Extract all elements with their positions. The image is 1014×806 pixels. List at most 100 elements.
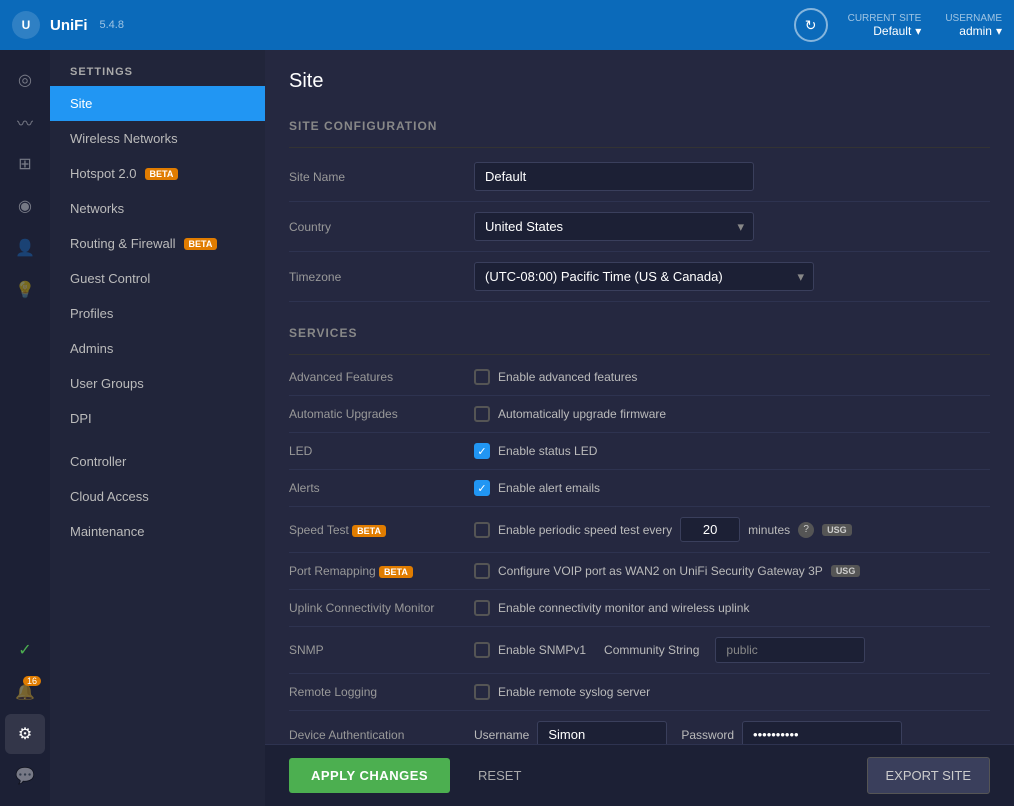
auto-upgrades-row: Automatic Upgrades Automatically upgrade…	[289, 396, 990, 433]
port-remapping-usg-badge: USG	[831, 565, 861, 577]
nav-settings[interactable]: ⚙	[5, 714, 45, 754]
username-field-label: Username	[474, 728, 529, 742]
snmp-control: Enable SNMPv1 Community String	[474, 637, 990, 663]
speed-test-unit: minutes	[748, 523, 790, 537]
hotspot-beta-badge: BETA	[145, 168, 179, 180]
country-control: United States	[474, 212, 990, 241]
sidebar-item-routing-firewall[interactable]: Routing & Firewall BETA	[50, 226, 265, 261]
alerts-row: Alerts Enable alert emails	[289, 470, 990, 507]
snmp-checkbox[interactable]	[474, 642, 490, 658]
notifications-badge: 16	[23, 676, 41, 686]
username-label: USERNAME	[945, 13, 1002, 24]
device-auth-password-input[interactable]	[742, 721, 902, 744]
timezone-label: Timezone	[289, 270, 474, 284]
apply-changes-button[interactable]: APPLY CHANGES	[289, 758, 450, 793]
uplink-monitor-label: Uplink Connectivity Monitor	[289, 601, 474, 615]
main-layout: ◎ 〰 ⊞ ◉ 👤 💡 ✓ 🔔 16 ⚙ 💬 SETTINGS Site Wir…	[0, 50, 1014, 806]
led-control: Enable status LED	[474, 443, 990, 459]
sidebar-item-wireless-networks[interactable]: Wireless Networks	[50, 121, 265, 156]
sidebar-item-dpi[interactable]: DPI	[50, 401, 265, 436]
nav-map[interactable]: ⊞	[5, 144, 45, 184]
port-remapping-label: Port Remapping BETA	[289, 564, 474, 578]
nav-statistics[interactable]: 〰	[5, 102, 45, 142]
speed-test-interval-input[interactable]	[680, 517, 740, 542]
site-name-input[interactable]	[474, 162, 754, 191]
remote-logging-control: Enable remote syslog server	[474, 684, 990, 700]
timezone-row: Timezone (UTC-08:00) Pacific Time (US & …	[289, 252, 990, 302]
port-remapping-row: Port Remapping BETA Configure VOIP port …	[289, 553, 990, 590]
nav-clients[interactable]: 👤	[5, 228, 45, 268]
led-label: LED	[289, 444, 474, 458]
sidebar-item-maintenance[interactable]: Maintenance	[50, 514, 265, 549]
uplink-monitor-control: Enable connectivity monitor and wireless…	[474, 600, 990, 616]
nav-dashboard[interactable]: ◎	[5, 60, 45, 100]
sidebar-title: SETTINGS	[50, 50, 265, 86]
timezone-select[interactable]: (UTC-08:00) Pacific Time (US & Canada)	[474, 262, 814, 291]
led-text: Enable status LED	[498, 444, 597, 458]
sidebar-item-profiles[interactable]: Profiles	[50, 296, 265, 331]
led-checkbox[interactable]	[474, 443, 490, 459]
alerts-text: Enable alert emails	[498, 481, 600, 495]
uplink-monitor-row: Uplink Connectivity Monitor Enable conne…	[289, 590, 990, 627]
icon-nav: ◎ 〰 ⊞ ◉ 👤 💡 ✓ 🔔 16 ⚙ 💬	[0, 50, 50, 806]
country-label: Country	[289, 220, 474, 234]
site-config-header: SITE CONFIGURATION	[289, 109, 990, 148]
timezone-control: (UTC-08:00) Pacific Time (US & Canada)	[474, 262, 990, 291]
sidebar-item-cloud-access[interactable]: Cloud Access	[50, 479, 265, 514]
uplink-monitor-checkbox[interactable]	[474, 600, 490, 616]
snmp-community-input[interactable]	[715, 637, 865, 663]
advanced-features-label: Advanced Features	[289, 370, 474, 384]
device-auth-username-input[interactable]	[537, 721, 667, 744]
auto-upgrades-label: Automatic Upgrades	[289, 407, 474, 421]
sidebar-item-hotspot[interactable]: Hotspot 2.0 BETA	[50, 156, 265, 191]
sidebar-item-networks[interactable]: Networks	[50, 191, 265, 226]
nav-insights[interactable]: 💡	[5, 270, 45, 310]
sidebar: SETTINGS Site Wireless Networks Hotspot …	[50, 50, 265, 806]
remote-logging-text: Enable remote syslog server	[498, 685, 650, 699]
sidebar-item-admins[interactable]: Admins	[50, 331, 265, 366]
speed-test-usg-badge: USG	[822, 524, 852, 536]
user-section: USERNAME admin ▾	[945, 13, 1002, 38]
site-name-row: Site Name	[289, 152, 990, 202]
current-site-value[interactable]: Default ▾	[873, 24, 921, 38]
port-remapping-checkbox[interactable]	[474, 563, 490, 579]
username-value[interactable]: admin ▾	[959, 24, 1002, 38]
refresh-button[interactable]: ↻	[794, 8, 828, 42]
alerts-checkbox[interactable]	[474, 480, 490, 496]
nav-notifications[interactable]: 🔔 16	[5, 672, 45, 712]
sidebar-item-user-groups[interactable]: User Groups	[50, 366, 265, 401]
main-content: Site SITE CONFIGURATION Site Name Countr…	[265, 50, 1014, 744]
port-remapping-control: Configure VOIP port as WAN2 on UniFi Sec…	[474, 563, 990, 579]
site-name-control	[474, 162, 990, 191]
device-auth-label: Device Authentication	[289, 728, 474, 742]
port-remapping-beta-badge: BETA	[379, 566, 413, 578]
nav-chat[interactable]: 💬	[5, 756, 45, 796]
port-remapping-text: Configure VOIP port as WAN2 on UniFi Sec…	[498, 564, 823, 578]
auto-upgrades-checkbox[interactable]	[474, 406, 490, 422]
speed-test-checkbox[interactable]	[474, 522, 490, 538]
speed-test-beta-badge: BETA	[352, 525, 386, 537]
export-site-button[interactable]: EXPORT SITE	[867, 757, 991, 794]
nav-devices[interactable]: ◉	[5, 186, 45, 226]
snmp-text: Enable SNMPv1	[498, 643, 586, 657]
routing-beta-badge: BETA	[184, 238, 218, 250]
speed-test-row: Speed Test BETA Enable periodic speed te…	[289, 507, 990, 553]
alerts-label: Alerts	[289, 481, 474, 495]
password-field-label: Password	[681, 728, 734, 742]
version-label: 5.4.8	[100, 19, 124, 31]
advanced-features-checkbox[interactable]	[474, 369, 490, 385]
brand-name: UniFi	[50, 17, 88, 34]
footer: APPLY CHANGES RESET EXPORT SITE	[265, 744, 1014, 806]
nav-tasks[interactable]: ✓	[5, 630, 45, 670]
speed-test-control: Enable periodic speed test every minutes…	[474, 517, 990, 542]
sidebar-item-controller[interactable]: Controller	[50, 444, 265, 479]
remote-logging-row: Remote Logging Enable remote syslog serv…	[289, 674, 990, 711]
remote-logging-checkbox[interactable]	[474, 684, 490, 700]
auth-row: Username Password	[474, 721, 902, 744]
sidebar-item-site[interactable]: Site	[50, 86, 265, 121]
sidebar-item-guest-control[interactable]: Guest Control	[50, 261, 265, 296]
speed-test-help-icon[interactable]: ?	[798, 522, 814, 538]
reset-button[interactable]: RESET	[462, 758, 537, 793]
country-select[interactable]: United States	[474, 212, 754, 241]
snmp-row: SNMP Enable SNMPv1 Community String	[289, 627, 990, 674]
